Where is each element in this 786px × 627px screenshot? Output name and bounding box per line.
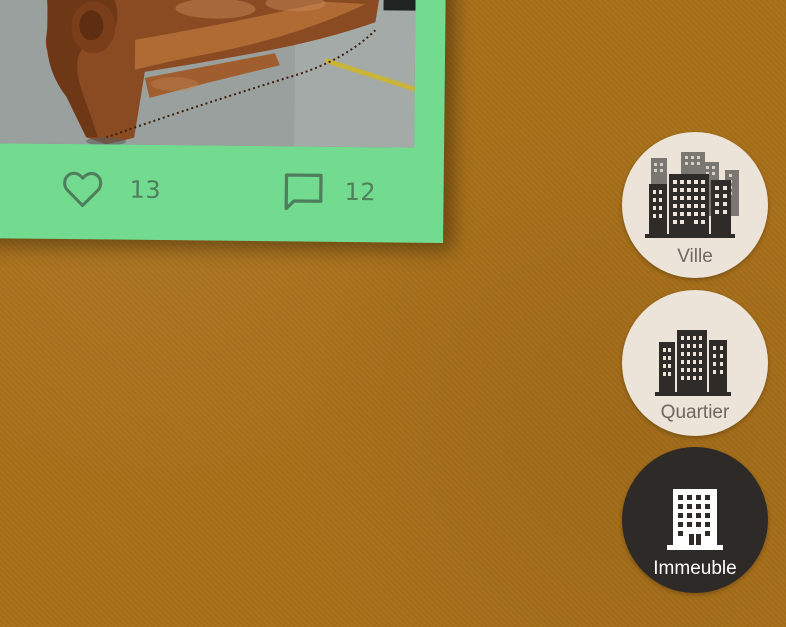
post-photo[interactable]	[0, 0, 416, 148]
scale-ville-label: Ville	[677, 246, 713, 267]
comment-bubble-icon	[284, 173, 323, 211]
scale-immeuble-button[interactable]: Immeuble	[622, 447, 768, 593]
city-buildings-icon	[645, 152, 739, 238]
scale-immeuble-label: Immeuble	[653, 558, 737, 579]
like-count: 13	[129, 175, 162, 205]
scale-quartier-button[interactable]: Quartier	[622, 290, 768, 436]
post-card[interactable]: 13 12	[0, 0, 446, 243]
scale-ville-button[interactable]: Ville	[622, 132, 768, 278]
like-button[interactable]: 13	[59, 166, 161, 213]
single-building-icon	[667, 489, 723, 550]
comment-button[interactable]: 12	[280, 168, 376, 215]
post-photo-image	[0, 0, 416, 148]
heart-outline-icon	[63, 171, 103, 208]
post-actions: 13 12	[0, 143, 444, 243]
district-buildings-icon	[655, 330, 731, 396]
comment-count: 12	[344, 177, 377, 207]
scale-quartier-label: Quartier	[660, 402, 730, 423]
